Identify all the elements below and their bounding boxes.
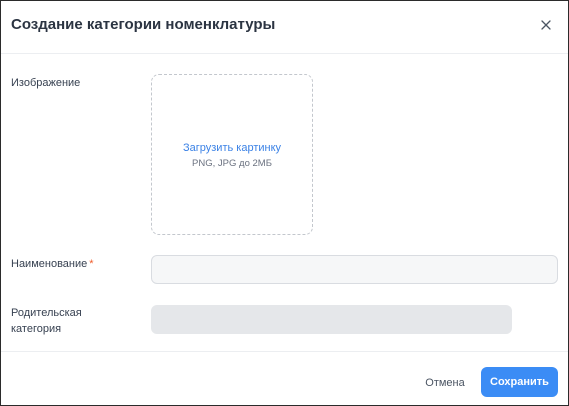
close-button[interactable] — [538, 17, 554, 33]
dialog-footer: Отмена Сохранить — [1, 351, 568, 406]
parent-category-label: Родительская категория — [11, 305, 82, 337]
name-label-text: Наименование — [11, 258, 88, 270]
name-input[interactable] — [151, 255, 558, 284]
parent-category-label-line2: категория — [11, 323, 62, 335]
close-icon — [541, 20, 551, 30]
image-label: Изображение — [11, 77, 81, 89]
image-upload-dropzone[interactable]: Загрузить картинку PNG, JPG до 2МБ — [151, 74, 313, 235]
save-button[interactable]: Сохранить — [481, 367, 558, 397]
dialog-header: Создание категории номенклатуры — [1, 1, 568, 54]
required-mark: * — [89, 258, 94, 270]
cancel-button[interactable]: Отмена — [415, 368, 475, 398]
name-label: Наименование * — [11, 256, 94, 272]
upload-image-link[interactable]: Загрузить картинку — [152, 141, 312, 155]
upload-hint: PNG, JPG до 2МБ — [192, 158, 272, 169]
parent-category-label-line1: Родительская — [11, 307, 82, 319]
dialog-title: Создание категории номенклатуры — [11, 16, 276, 33]
parent-category-select[interactable] — [151, 305, 512, 334]
create-category-dialog: Создание категории номенклатуры Изображе… — [0, 0, 569, 406]
